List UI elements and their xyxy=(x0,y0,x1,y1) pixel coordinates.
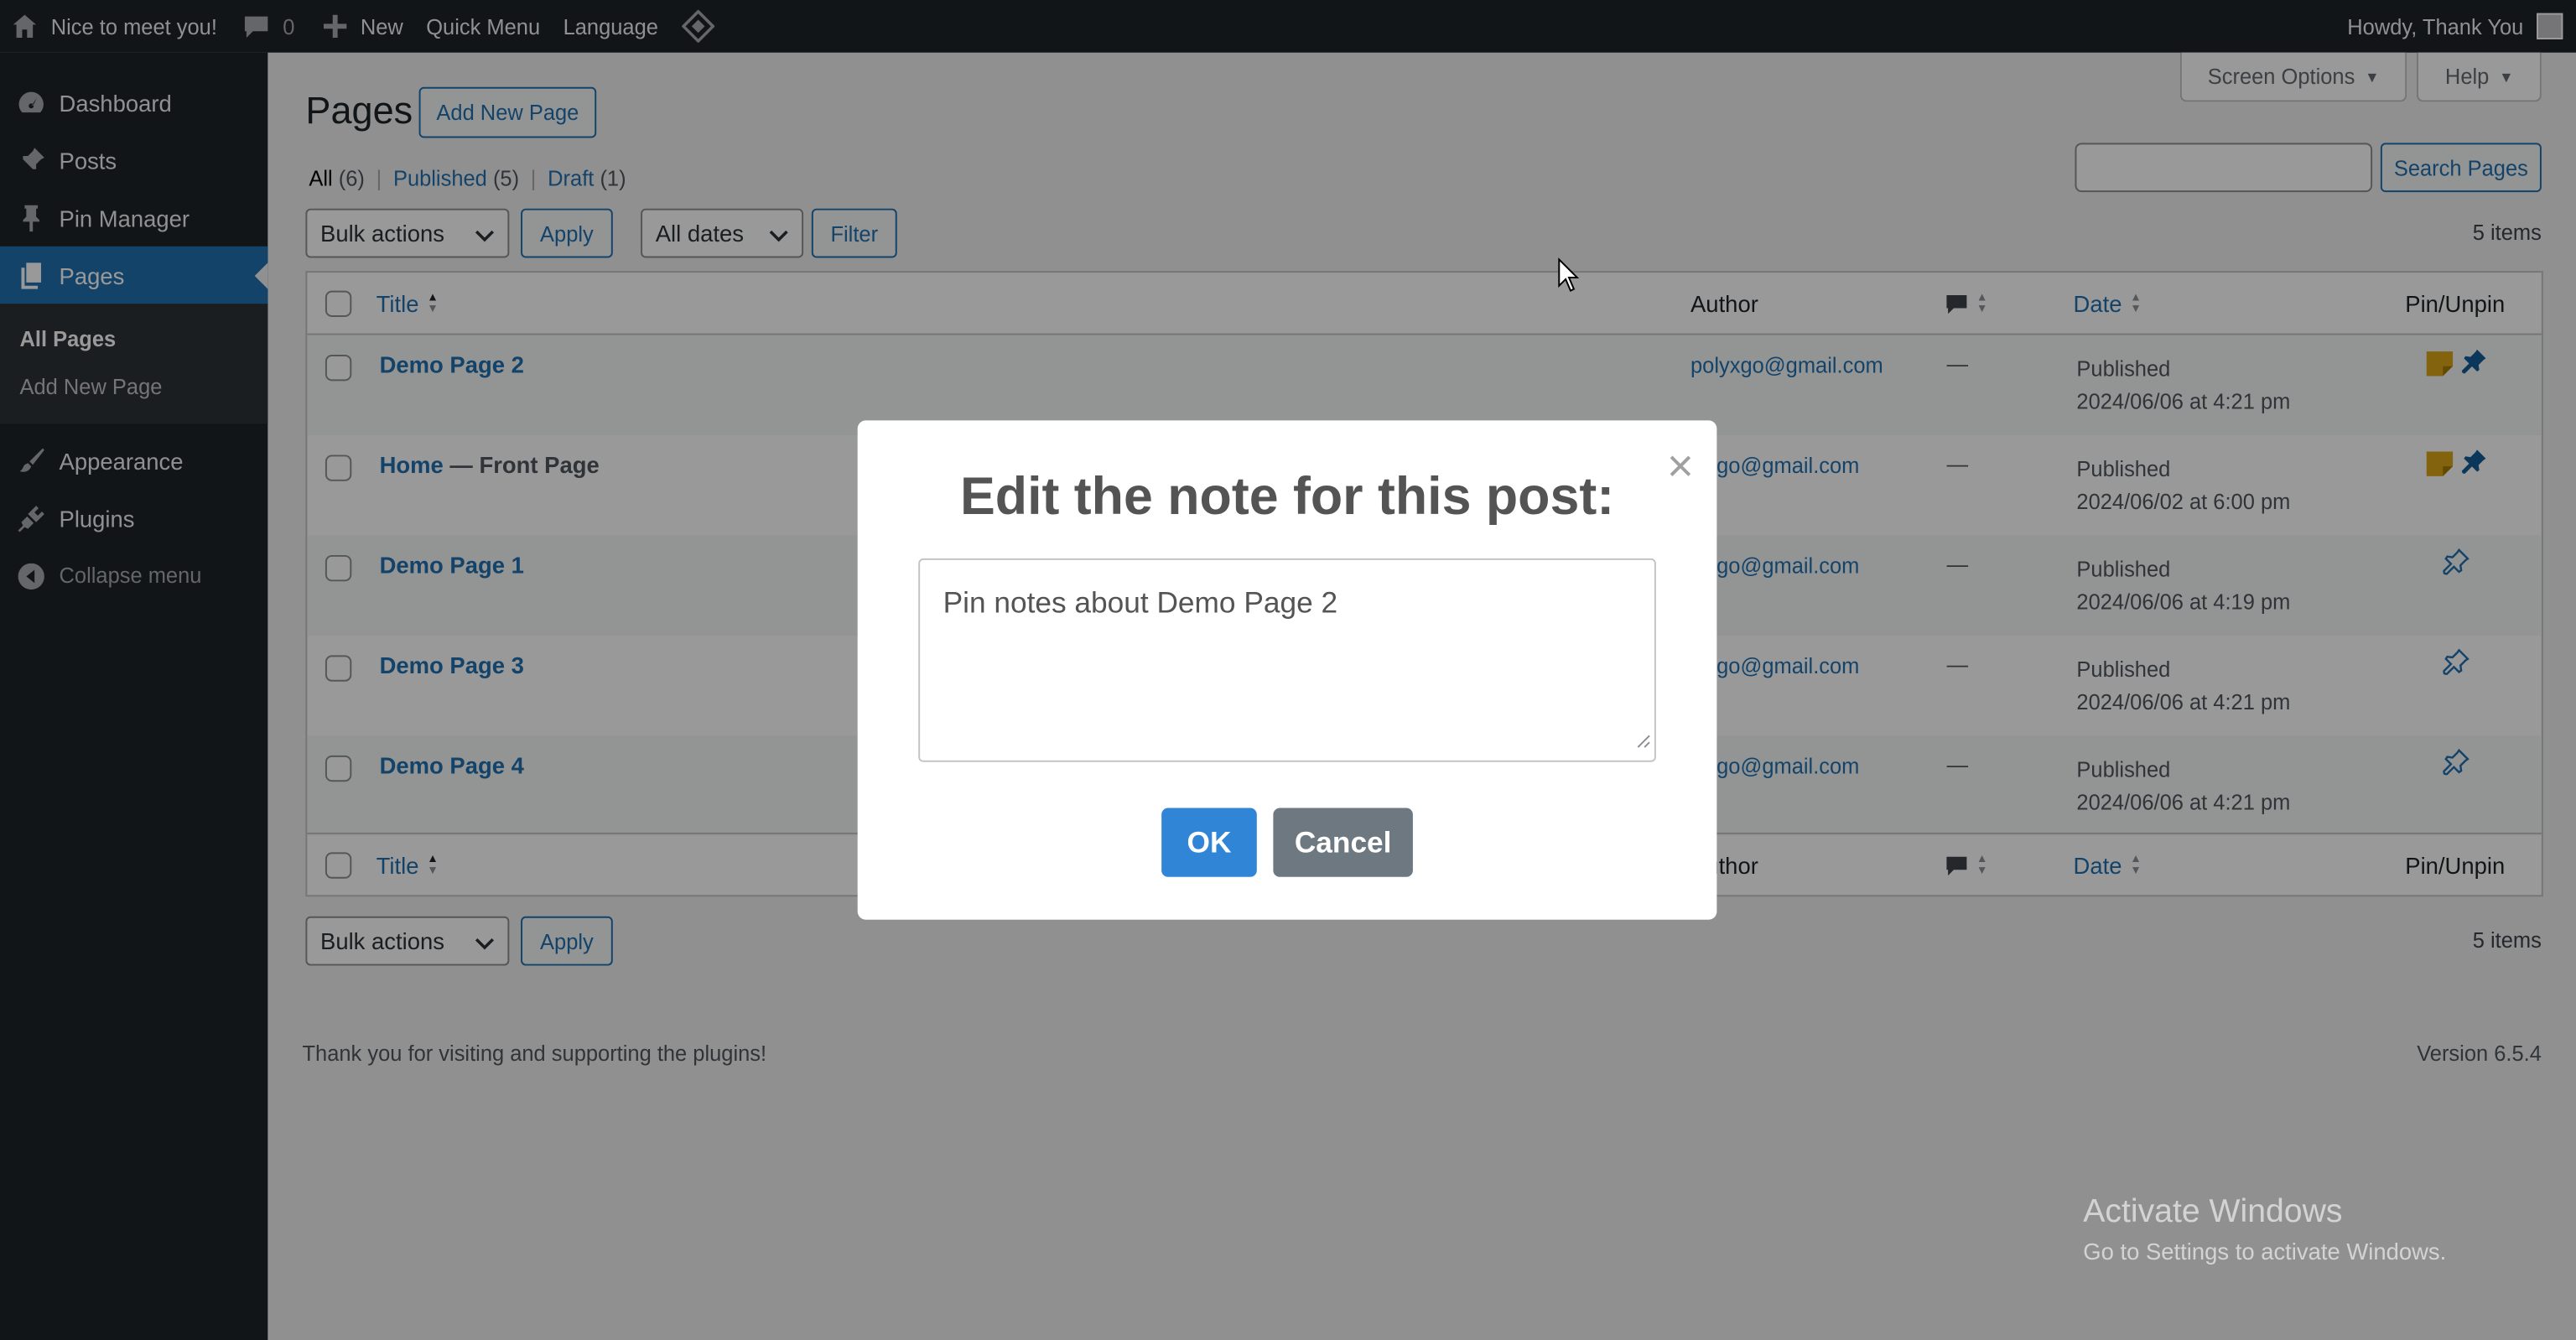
watermark-subtitle: Go to Settings to activate Windows. xyxy=(2083,1238,2447,1265)
cancel-button[interactable]: Cancel xyxy=(1273,808,1413,877)
ok-button[interactable]: OK xyxy=(1161,808,1257,877)
resize-handle-icon[interactable] xyxy=(1636,723,1651,757)
note-text: Pin notes about Demo Page 2 xyxy=(943,586,1338,620)
modal-title: Edit the note for this post: xyxy=(959,466,1615,526)
activate-windows-watermark: Activate Windows Go to Settings to activ… xyxy=(2083,1194,2446,1265)
mouse-cursor-icon xyxy=(1557,257,1580,299)
edit-note-modal: × Edit the note for this post: Pin notes… xyxy=(857,420,1717,920)
watermark-title: Activate Windows xyxy=(2083,1193,2343,1230)
note-textarea[interactable]: Pin notes about Demo Page 2 xyxy=(918,558,1656,762)
